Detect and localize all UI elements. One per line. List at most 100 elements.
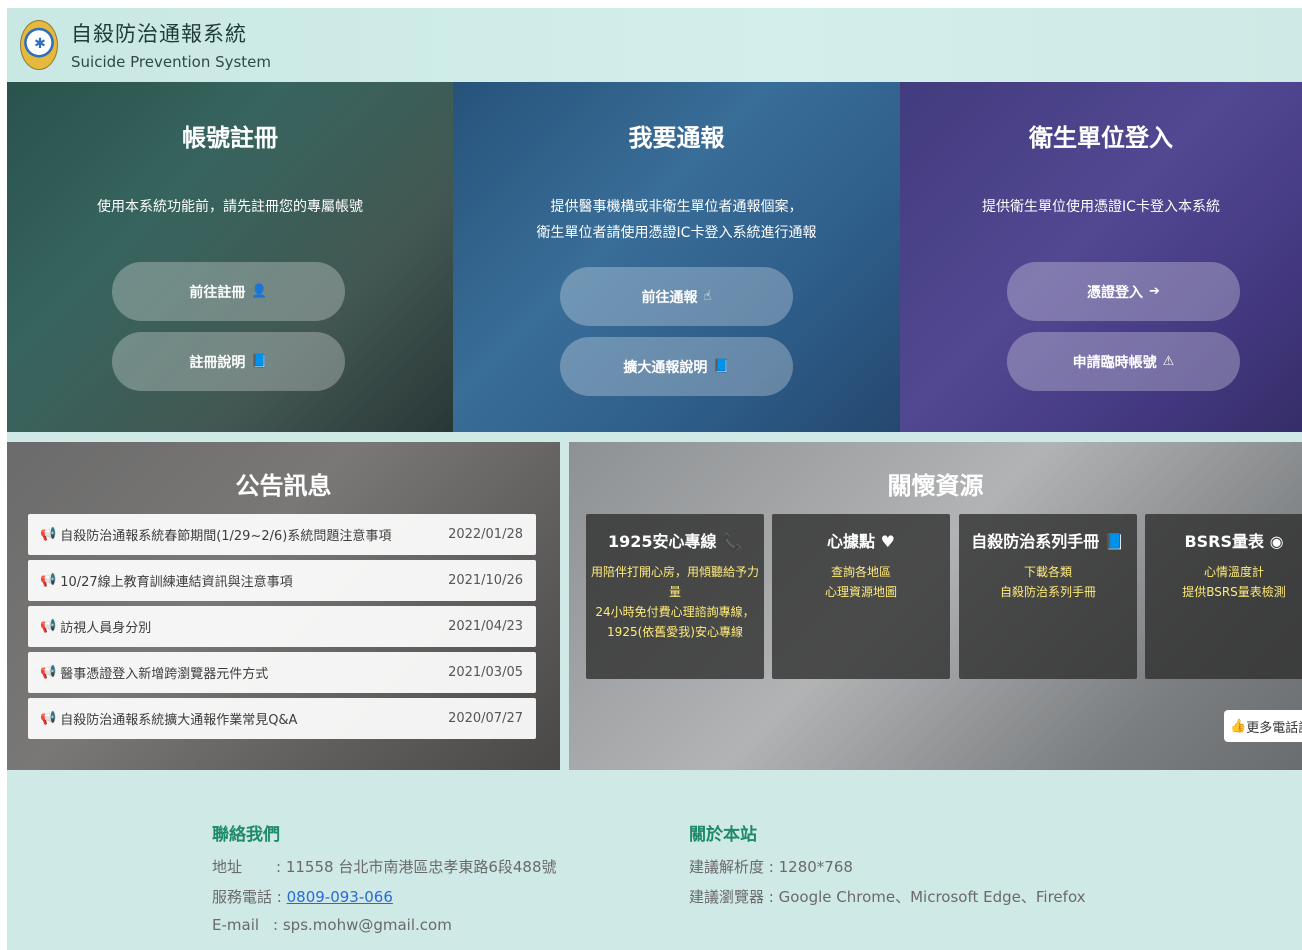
hotline-card[interactable]: 1925安心專線 📞 用陪伴打開心房，用傾聽給予力量 24小時免付費心理諮詢專線… [586, 514, 764, 679]
report-title: 我要通報 [628, 124, 725, 152]
bsrs-card[interactable]: BSRS量表 ◉ 心情溫度計 提供BSRS量表檢測 [1145, 514, 1302, 679]
browser-label: 建議瀏覽器 [689, 888, 765, 906]
page-frame: ✱ 自殺防治通報系統 Suicide Prevention System 帳號註… [7, 8, 1302, 950]
announcement-date: 2022/01/28 [448, 527, 523, 542]
certificate-login-button[interactable]: 憑證登入 ➔ [1007, 262, 1240, 321]
about-title: 關於本站 [689, 825, 757, 845]
temp-account-button[interactable]: 申請臨時帳號 ⚠ [1007, 332, 1240, 391]
resolution-value: 1280*768 [778, 858, 853, 876]
extended-report-guide-label: 擴大通報說明 [623, 359, 708, 376]
handbook-line2: 自殺防治系列手冊 [999, 585, 1096, 599]
address-line: 地址: 11558 台北市南港區忠孝東路6段488號 [212, 858, 557, 876]
health-login-title: 衛生單位登入 [1029, 124, 1173, 152]
go-report-label: 前往通報 [641, 289, 698, 306]
announcements-title: 公告訊息 [235, 472, 332, 500]
announcement-text: 訪視人員身分別 [60, 621, 152, 636]
dashboard-icon: ◉ [1269, 532, 1284, 551]
announcement-date: 2021/04/23 [448, 619, 523, 634]
email-line: E-mail: sps.mohw@gmail.com [212, 916, 452, 934]
book-icon: 📘 [713, 359, 730, 374]
announcement-text: 自殺防治通報系統擴大通報作業常見Q&A [60, 713, 298, 728]
register-guide-button[interactable]: 註冊說明 📘 [112, 332, 345, 391]
announcement-text: 自殺防治通報系統春節期間(1/29~2/6)系統問題注意事項 [60, 529, 392, 544]
thumbs-up-icon: 👍 [1230, 718, 1247, 734]
bsrs-line1: 心情溫度計 [1203, 565, 1264, 579]
go-register-label: 前往註冊 [189, 284, 246, 301]
announcement-date: 2020/07/27 [448, 711, 523, 726]
megaphone-icon: 📢 [40, 573, 57, 588]
warning-icon: ⚠ [1162, 354, 1175, 369]
site-logo[interactable]: ✱ [20, 20, 58, 70]
site-subtitle: Suicide Prevention System [71, 53, 272, 71]
go-register-button[interactable]: 前往註冊 👤 [112, 262, 345, 321]
go-report-button[interactable]: 前往通報 ☝ [560, 267, 793, 326]
announcement-item[interactable]: 📢 10/27線上教育訓練連結資訊與注意事項 2021/10/26 [28, 560, 536, 601]
address-label: 地址 [212, 858, 243, 876]
report-desc: 提供醫事機構或非衛生單位者通報個案， 衛生單位者請使用憑證IC卡登入系統進行通報 [453, 194, 900, 246]
user-icon: 👤 [251, 284, 268, 299]
resolution-label: 建議解析度 [689, 858, 765, 876]
megaphone-icon: 📢 [40, 619, 57, 634]
site-title: 自殺防治通報系統 [71, 22, 247, 46]
announcement-date: 2021/10/26 [448, 573, 523, 588]
care-resources-section: 關懷資源 1925安心專線 📞 用陪伴打開心房，用傾聽給予力量 24小時免付費心… [569, 442, 1302, 770]
register-guide-label: 註冊說明 [189, 354, 246, 371]
megaphone-icon: 📢 [40, 711, 57, 726]
announcement-text: 10/27線上教育訓練連結資訊與注意事項 [60, 575, 293, 590]
hotline-title: 1925安心專線 [607, 532, 717, 551]
register-desc: 使用本系統功能前，請先註冊您的專屬帳號 [97, 199, 363, 215]
phone-label: 服務電話 [212, 888, 273, 906]
heart-point-title: 心據點 [827, 532, 876, 551]
address-value: 11558 台北市南港區忠孝東路6段488號 [285, 858, 557, 876]
browser-line: 建議瀏覽器 : Google Chrome、Microsoft Edge、Fir… [689, 888, 1086, 906]
contact-title: 聯絡我們 [212, 825, 280, 845]
announcement-item[interactable]: 📢 自殺防治通報系統擴大通報作業常見Q&A 2020/07/27 [28, 698, 536, 739]
report-desc-line2: 衛生單位者請使用憑證IC卡登入系統進行通報 [536, 225, 817, 241]
announcement-date: 2021/03/05 [448, 665, 523, 680]
hotline-line3: 1925(依舊愛我)安心專線 [607, 625, 743, 639]
handbook-title: 自殺防治系列手冊 [971, 532, 1100, 551]
heart-point-line1: 查詢各地區 [830, 565, 891, 579]
heart-point-card[interactable]: 心據點 ♥ 查詢各地區 心理資源地圖 [772, 514, 950, 679]
announcement-item[interactable]: 📢 自殺防治通報系統春節期間(1/29~2/6)系統問題注意事項 2022/01/… [28, 514, 536, 555]
health-login-panel: 衛生單位登入 提供衛生單位使用憑證IC卡登入本系統 憑證登入 ➔ 申請臨時帳號 … [900, 82, 1302, 432]
logo-icon: ✱ [34, 36, 46, 52]
phone-line: 服務電話 : 0809-093-066 [212, 888, 393, 906]
more-hotlines-label: 更多電話諮詢 [1246, 720, 1302, 736]
care-resources-title: 關懷資源 [887, 472, 984, 500]
bsrs-line2: 提供BSRS量表檢測 [1182, 585, 1286, 599]
email-value: sps.mohw@gmail.com [282, 916, 452, 934]
site-footer: 聯絡我們 地址: 11558 台北市南港區忠孝東路6段488號 服務電話 : 0… [7, 780, 1302, 950]
announcement-text: 醫事憑證登入新增跨瀏覽器元件方式 [60, 667, 269, 682]
phone-link[interactable]: 0809-093-066 [287, 888, 393, 906]
hotline-line2: 24小時免付費心理諮詢專線， [595, 605, 755, 619]
book-icon: 📘 [251, 354, 268, 369]
handbook-card[interactable]: 自殺防治系列手冊 📘 下載各類 自殺防治系列手冊 [959, 514, 1137, 679]
heart-icon: ♥ [880, 532, 895, 551]
handbook-line1: 下載各類 [1023, 565, 1072, 579]
megaphone-icon: 📢 [40, 527, 57, 542]
resolution-line: 建議解析度 : 1280*768 [689, 858, 853, 876]
browser-value: Google Chrome、Microsoft Edge、Firefox [778, 888, 1086, 906]
phone-icon: 📞 [722, 532, 743, 551]
more-hotlines-button[interactable]: 👍更多電話諮詢 [1224, 710, 1302, 742]
temp-account-label: 申請臨時帳號 [1072, 354, 1157, 371]
announcement-item[interactable]: 📢 醫事憑證登入新增跨瀏覽器元件方式 2021/03/05 [28, 652, 536, 693]
report-desc-line1: 提供醫事機構或非衛生單位者通報個案， [550, 199, 803, 215]
site-header: ✱ 自殺防治通報系統 Suicide Prevention System [7, 8, 1302, 82]
hand-pointer-icon: ☝ [703, 289, 712, 304]
email-label: E-mail [212, 916, 260, 934]
announcement-item[interactable]: 📢 訪視人員身分別 2021/04/23 [28, 606, 536, 647]
register-panel: 帳號註冊 使用本系統功能前，請先註冊您的專屬帳號 前往註冊 👤 註冊說明 📘 [7, 82, 453, 432]
bsrs-title: BSRS量表 [1184, 532, 1265, 551]
certificate-login-label: 憑證登入 [1087, 284, 1144, 301]
top-panels: 帳號註冊 使用本系統功能前，請先註冊您的專屬帳號 前往註冊 👤 註冊說明 📘 我… [7, 82, 1302, 432]
extended-report-guide-button[interactable]: 擴大通報說明 📘 [560, 337, 793, 396]
announcements-section: 公告訊息 📢 自殺防治通報系統春節期間(1/29~2/6)系統問題注意事項 202… [7, 442, 560, 770]
megaphone-icon: 📢 [40, 665, 57, 680]
report-panel: 我要通報 提供醫事機構或非衛生單位者通報個案， 衛生單位者請使用憑證IC卡登入系… [453, 82, 900, 432]
register-title: 帳號註冊 [182, 124, 278, 152]
heart-point-line2: 心理資源地圖 [824, 585, 897, 599]
health-login-desc: 提供衛生單位使用憑證IC卡登入本系統 [982, 199, 1220, 215]
sign-in-icon: ➔ [1149, 284, 1160, 299]
